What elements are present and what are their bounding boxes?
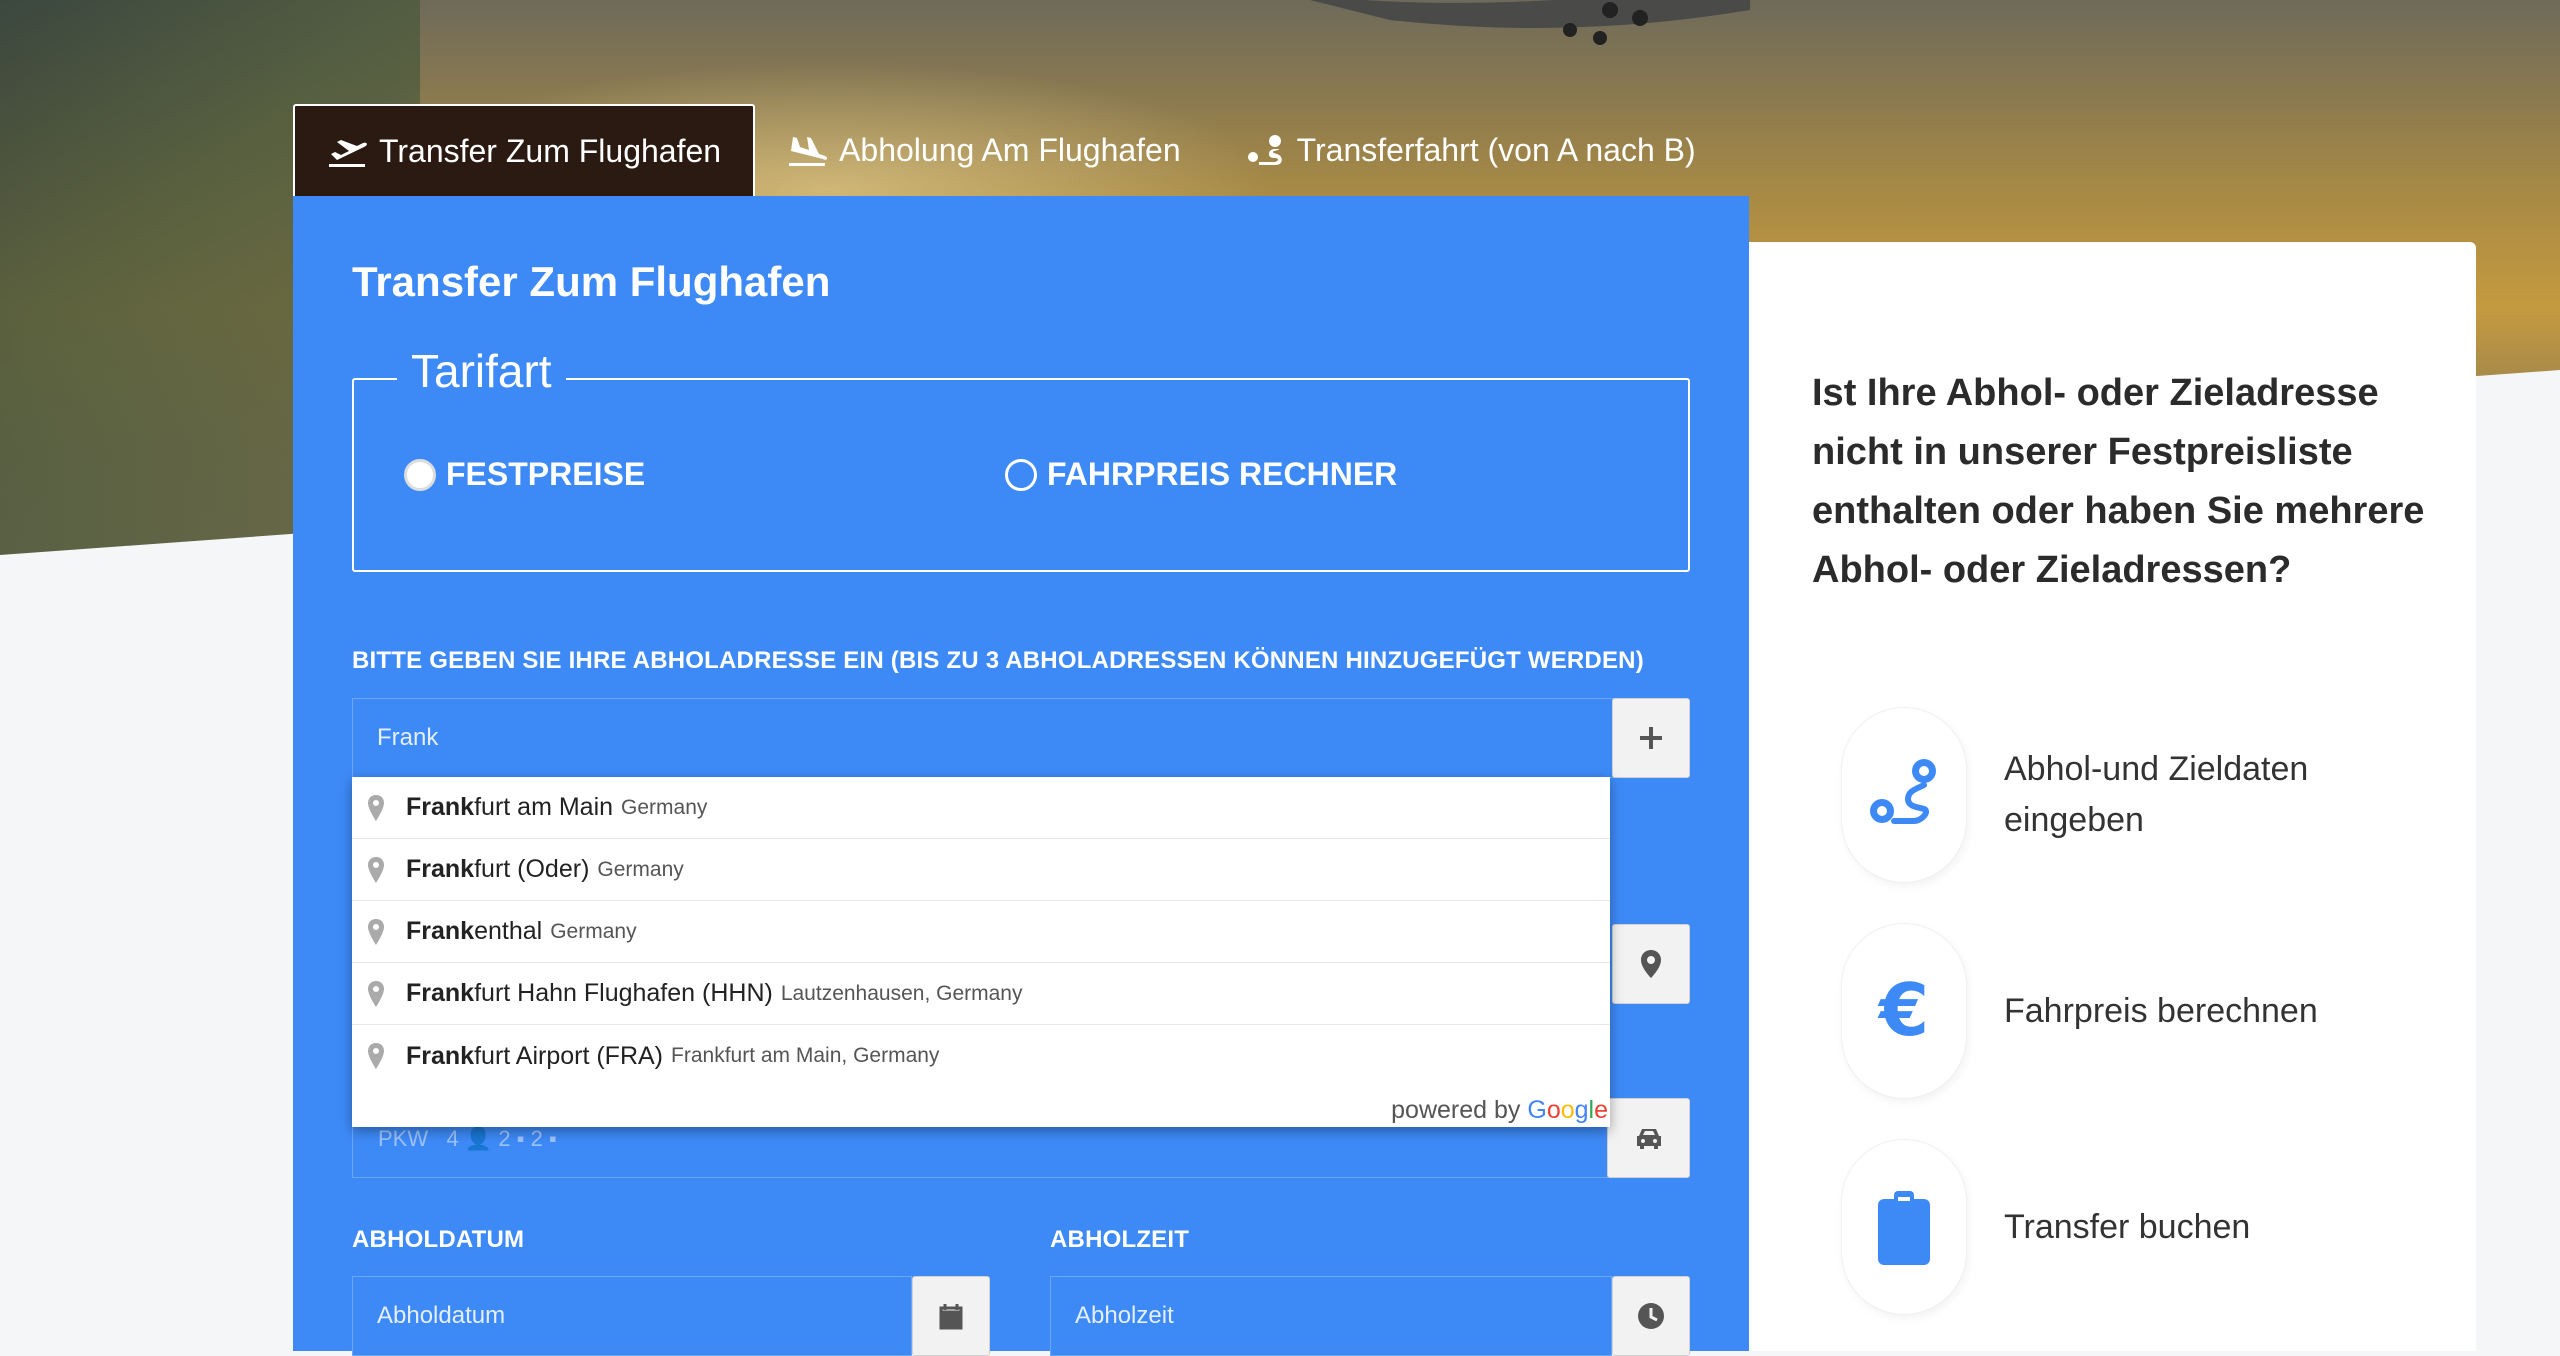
map-pin-icon xyxy=(368,856,384,883)
clipboard-icon xyxy=(1878,1191,1930,1265)
form-title: Transfer Zum Flughafen xyxy=(352,258,831,305)
autocomplete-item[interactable]: Frank enthal Germany xyxy=(352,901,1610,963)
plane-departure-icon xyxy=(329,140,367,167)
step-book-transfer: Transfer buchen xyxy=(1842,1140,2384,1314)
pickup-date-input[interactable]: Abholdatum xyxy=(352,1276,912,1356)
info-panel: Ist Ihre Abhol- oder Zieladresse nicht i… xyxy=(1749,242,2476,1351)
radio-circle[interactable] xyxy=(1005,458,1037,491)
radio-label: FESTPREISE xyxy=(446,456,646,492)
clock-button[interactable] xyxy=(1612,1276,1690,1356)
calendar-button[interactable] xyxy=(912,1276,990,1356)
tab-label: Transfer Zum Flughafen xyxy=(379,132,722,169)
booking-form: Transfer Zum Flughafen Tarifart FESTPREI… xyxy=(293,196,1749,1356)
tab-label: Abholung Am Flughafen xyxy=(839,131,1181,168)
autocomplete-item[interactable]: Frank furt Hahn Flughafen (HHN) Lautzenhau… xyxy=(352,963,1610,1025)
calendar-icon xyxy=(939,1304,963,1330)
radio-fahrpreis-rechner[interactable]: FAHRPREIS RECHNER xyxy=(1005,456,1397,493)
route-icon xyxy=(1870,759,1936,824)
map-pin-icon xyxy=(368,1043,384,1069)
radio-festpreise[interactable]: FESTPREISE xyxy=(404,456,645,493)
car-icon xyxy=(1636,1129,1661,1149)
tab-transfer-a-to-b[interactable]: Transferfahrt (von A nach B) xyxy=(1213,104,1728,196)
powered-by-google: powered by Google xyxy=(1391,1096,1608,1124)
svg-text:€: € xyxy=(1877,969,1929,1052)
plane-arrival-icon xyxy=(789,137,828,166)
info-heading: Ist Ihre Abhol- oder Zieladresse nicht i… xyxy=(1812,372,2425,591)
map-pin-icon xyxy=(368,980,384,1007)
time-label: ABHOLZEIT xyxy=(1050,1226,1190,1253)
route-icon xyxy=(1247,135,1282,165)
autocomplete-dropdown: Frank furt am Main Germany Frank furt (Oder… xyxy=(352,777,1610,1127)
autocomplete-item[interactable]: Frank furt am Main Germany xyxy=(352,777,1610,839)
radio-label: FAHRPREIS RECHNER xyxy=(1047,456,1398,492)
map-marker-icon xyxy=(1641,950,1661,978)
plus-icon xyxy=(1640,727,1662,749)
pickup-label: BITTE GEBEN SIE IHRE ABHOLADRESSE EIN (B… xyxy=(352,647,1644,674)
tab-pickup-at-airport[interactable]: Abholung Am Flughafen xyxy=(755,104,1213,196)
step-enter-data: Abhol-und Zieldaten eingeben xyxy=(1842,708,2384,882)
add-pickup-button[interactable] xyxy=(1612,698,1690,778)
tarifart-legend: Tarifart xyxy=(397,344,566,398)
autocomplete-item[interactable]: Frank furt (Oder) Germany xyxy=(352,839,1610,901)
radio-circle[interactable] xyxy=(404,458,436,491)
pickup-time-input[interactable]: Abholzeit xyxy=(1050,1276,1612,1356)
booking-tabs: Transfer Zum Flughafen Abholung Am Flugh… xyxy=(293,104,1728,196)
tab-transfer-to-airport[interactable]: Transfer Zum Flughafen xyxy=(293,104,756,196)
map-pin-icon xyxy=(368,918,384,945)
vehicle-button[interactable] xyxy=(1607,1098,1690,1178)
map-pin-icon xyxy=(368,794,384,821)
clock-icon xyxy=(1638,1303,1664,1329)
location-button[interactable] xyxy=(1612,924,1690,1004)
vehicle-summary: PKW 4 👤 2 ▪ 2 ▪ xyxy=(378,1126,557,1151)
euro-icon: € xyxy=(1877,969,1929,1052)
pickup-address-input[interactable]: Frank xyxy=(352,698,1618,778)
date-label: ABHOLDATUM xyxy=(352,1226,525,1253)
tab-label: Transferfahrt (von A nach B) xyxy=(1296,131,1696,168)
step-calculate-fare: € Fahrpreis berechnen xyxy=(1842,924,2384,1098)
autocomplete-item[interactable]: Frank furt Airport (FRA) Frankfurt am Main… xyxy=(352,1025,1610,1087)
